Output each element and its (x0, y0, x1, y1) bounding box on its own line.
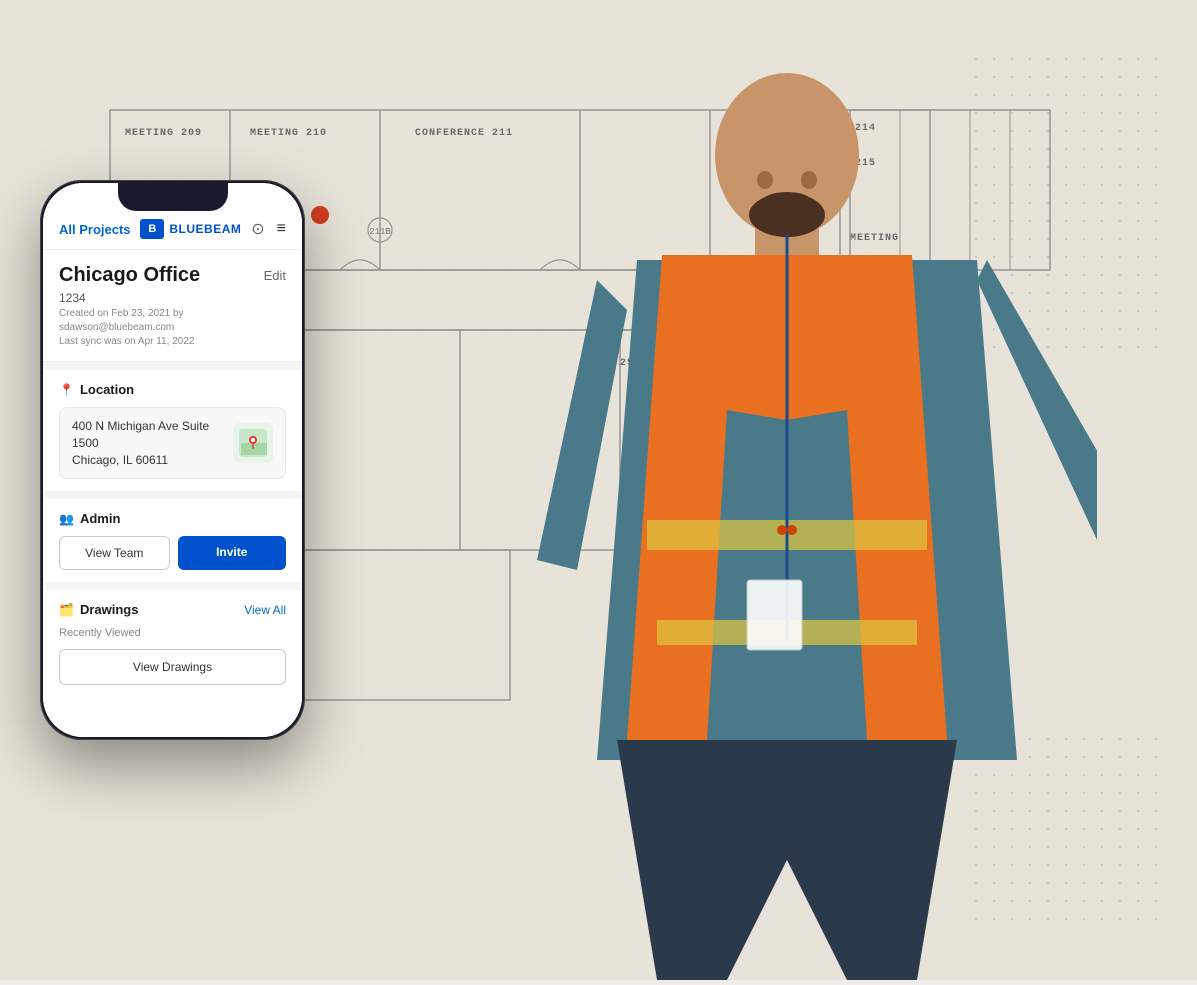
recently-viewed-label: Recently Viewed (59, 627, 286, 639)
address-line2: Chicago, IL 60611 (72, 452, 233, 469)
location-title: 📍 Location (59, 382, 134, 397)
svg-text:211B: 211B (369, 227, 391, 237)
phone-frame: All Projects B BLUEBEAM ⊙ ≡ C (40, 180, 305, 740)
admin-icon: 👥 (59, 512, 74, 526)
drawings-section-header: 🗂️ Drawings View All (59, 602, 286, 617)
address-line1: 400 N Michigan Ave Suite 1500 (72, 418, 233, 452)
map-icon (239, 429, 267, 457)
project-sync-meta: Last sync was on Apr 11, 2022 (59, 335, 286, 349)
invite-button[interactable]: Invite (178, 536, 287, 570)
project-id: 1234 (59, 291, 286, 305)
admin-buttons-row: View Team Invite (59, 536, 286, 570)
location-section-header: 📍 Location (59, 382, 286, 397)
location-card[interactable]: 400 N Michigan Ave Suite 1500 Chicago, I… (59, 407, 286, 479)
worker-figure (417, 60, 1097, 980)
user-icon[interactable]: ⊙ (251, 219, 264, 239)
location-address: 400 N Michigan Ave Suite 1500 Chicago, I… (72, 418, 233, 468)
project-created-meta: Created on Feb 23, 2021 by sdawson@blueb… (59, 307, 286, 335)
admin-section-header: 👥 Admin (59, 511, 286, 526)
view-drawings-button[interactable]: View Drawings (59, 649, 286, 685)
admin-section: 👥 Admin View Team Invite (43, 499, 302, 582)
admin-title: 👥 Admin (59, 511, 120, 526)
bluebeam-logo: B BLUEBEAM (140, 219, 241, 239)
phone-screen-container: All Projects B BLUEBEAM ⊙ ≡ C (43, 183, 302, 737)
nav-icons-group: ⊙ ≡ (251, 219, 286, 239)
project-edit-button[interactable]: Edit (264, 268, 286, 283)
phone-screen: All Projects B BLUEBEAM ⊙ ≡ C (43, 183, 302, 737)
phone-mockup: All Projects B BLUEBEAM ⊙ ≡ C (40, 180, 305, 740)
drawings-icon: 🗂️ (59, 603, 74, 617)
view-team-button[interactable]: View Team (59, 536, 170, 570)
drawings-title: 🗂️ Drawings (59, 602, 138, 617)
svg-text:MEETING 210: MEETING 210 (250, 128, 327, 139)
project-header: Chicago Office Edit 1234 Created on Feb … (43, 250, 302, 362)
menu-icon[interactable]: ≡ (277, 220, 286, 238)
svg-text:MEETING 209: MEETING 209 (125, 128, 202, 139)
location-icon: 📍 (59, 383, 74, 397)
drawings-section: 🗂️ Drawings View All Recently Viewed Vie… (43, 590, 302, 737)
phone-notch (118, 183, 228, 211)
logo-icon-letter: B (148, 223, 156, 235)
logo-text: BLUEBEAM (169, 222, 241, 236)
all-projects-link[interactable]: All Projects (59, 222, 131, 237)
location-section: 📍 Location 400 N Michigan Ave Suite 1500… (43, 370, 302, 491)
project-title-row: Chicago Office Edit (59, 264, 286, 287)
map-thumbnail[interactable] (233, 423, 273, 463)
view-all-link[interactable]: View All (244, 603, 286, 617)
logo-icon-box: B (140, 219, 164, 239)
project-title: Chicago Office (59, 264, 200, 287)
